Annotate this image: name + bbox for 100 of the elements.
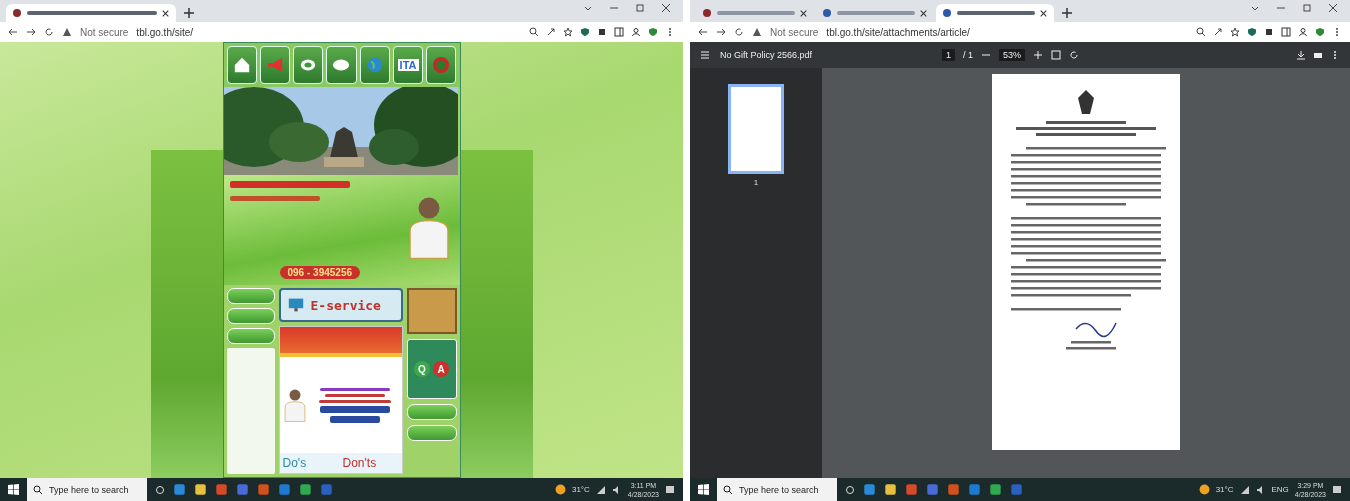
globe-icon <box>822 8 832 18</box>
rotate-icon[interactable] <box>1069 50 1080 60</box>
monitor-icon <box>286 297 305 313</box>
menu-button[interactable] <box>226 308 275 324</box>
warning-icon <box>752 27 762 37</box>
person-figure <box>283 387 306 423</box>
search-icon[interactable] <box>1196 27 1206 37</box>
globe-icon <box>942 8 952 18</box>
sidebar-icon[interactable] <box>1281 27 1291 37</box>
app-icon[interactable] <box>884 483 897 496</box>
profile-icon[interactable] <box>1298 27 1308 37</box>
shield-icon[interactable] <box>1315 27 1325 37</box>
forward-icon[interactable] <box>716 27 726 37</box>
browser-tab[interactable] <box>936 4 1054 22</box>
app-icon[interactable] <box>989 483 1002 496</box>
page-count: / 1 <box>963 50 974 60</box>
sign-board[interactable] <box>406 288 457 334</box>
sidebar-icon[interactable] <box>614 27 624 37</box>
menu-icon[interactable] <box>700 50 710 60</box>
nav-button[interactable] <box>426 46 457 84</box>
phone-number: 096 - 3945256 <box>279 266 360 279</box>
shield-icon[interactable] <box>580 27 590 37</box>
download-icon[interactable] <box>1296 50 1306 60</box>
dos-label: Do's <box>282 456 308 470</box>
house-icon <box>232 56 251 74</box>
share-icon[interactable] <box>546 27 556 37</box>
task-view-icon[interactable] <box>155 484 165 495</box>
address-field[interactable]: tbl.go.th/site/ <box>136 26 194 38</box>
taskbar-search-field[interactable]: Type here to search <box>27 478 147 501</box>
restore-icon[interactable] <box>1302 3 1312 13</box>
restore-icon[interactable] <box>635 3 645 13</box>
taskbar-search-field[interactable]: Type here to search <box>717 478 837 501</box>
nav-button[interactable] <box>259 46 291 84</box>
nav-button[interactable]: ITA <box>392 46 424 84</box>
megaphone-icon <box>265 56 284 74</box>
text-line-drawing <box>324 393 385 397</box>
star-icon[interactable] <box>563 27 573 37</box>
network-icon[interactable] <box>1239 484 1250 495</box>
globe-icon <box>365 56 384 74</box>
star-icon[interactable] <box>1230 27 1240 37</box>
app-icon[interactable] <box>299 483 312 496</box>
zoom-in-icon[interactable] <box>1033 50 1044 60</box>
notification-icon[interactable] <box>1332 484 1342 495</box>
print-icon[interactable] <box>1313 50 1323 60</box>
zoom-field[interactable]: 53% <box>999 49 1026 61</box>
nav-button[interactable] <box>293 46 324 84</box>
app-icon[interactable] <box>173 483 186 496</box>
windows-start-icon[interactable] <box>698 484 709 495</box>
nav-button[interactable] <box>326 46 357 84</box>
back-icon[interactable] <box>8 27 18 37</box>
site-icon <box>702 8 712 18</box>
new-tab-icon[interactable] <box>1062 8 1072 18</box>
shield-icon[interactable] <box>1247 27 1257 37</box>
back-icon[interactable] <box>698 27 708 37</box>
donts-label: Don'ts <box>342 456 378 470</box>
close-icon[interactable] <box>920 9 927 17</box>
app-icon[interactable] <box>863 483 876 496</box>
close-icon[interactable] <box>661 3 671 13</box>
language-label[interactable]: ENG <box>1271 485 1289 494</box>
address-field[interactable]: tbl.go.th/site/attachments/article/ <box>826 26 970 38</box>
close-icon[interactable] <box>800 9 807 17</box>
shield-icon[interactable] <box>648 27 658 37</box>
search-icon[interactable] <box>529 27 539 37</box>
close-icon[interactable] <box>162 9 169 17</box>
qa-button[interactable]: Q A <box>406 339 457 399</box>
task-view-icon[interactable] <box>845 484 855 495</box>
profile-icon[interactable] <box>631 27 641 37</box>
page-thumbnail[interactable] <box>728 84 784 174</box>
fit-page-icon[interactable] <box>1051 50 1062 60</box>
weather-sun-icon <box>554 484 566 495</box>
windows-start-icon[interactable] <box>8 484 19 495</box>
page-number-field[interactable]: 1 <box>942 49 956 61</box>
menu-button[interactable] <box>226 288 275 304</box>
menu-button[interactable] <box>406 404 457 420</box>
puzzle-icon[interactable] <box>597 27 607 37</box>
e-service-banner[interactable]: E-service <box>278 288 403 322</box>
reload-icon[interactable] <box>734 27 744 37</box>
security-label: Not secure <box>770 26 819 38</box>
menu-button[interactable] <box>406 425 457 441</box>
new-tab-icon[interactable] <box>184 8 194 18</box>
forward-icon[interactable] <box>26 27 36 37</box>
puzzle-icon[interactable] <box>1264 27 1274 37</box>
notification-icon[interactable] <box>665 484 675 495</box>
menu-button[interactable] <box>226 328 275 344</box>
thumbnail-number: 1 <box>753 178 759 187</box>
nav-button[interactable] <box>359 46 390 84</box>
browser-tab[interactable] <box>6 4 176 22</box>
security-label: Not secure <box>80 26 129 38</box>
close-icon[interactable] <box>1328 3 1338 13</box>
file-name: No Gift Policy 2566.pdf <box>720 50 813 60</box>
network-icon[interactable] <box>595 484 606 495</box>
temperature-label: 31°C <box>571 485 590 494</box>
temperature-label: 31°C <box>1215 485 1234 494</box>
reload-icon[interactable] <box>44 27 54 37</box>
close-icon[interactable] <box>1040 9 1047 17</box>
search-icon <box>723 484 733 495</box>
app-icon[interactable] <box>194 483 207 496</box>
site-icon <box>12 8 22 18</box>
nav-button[interactable] <box>226 46 257 84</box>
share-icon[interactable] <box>1213 27 1223 37</box>
